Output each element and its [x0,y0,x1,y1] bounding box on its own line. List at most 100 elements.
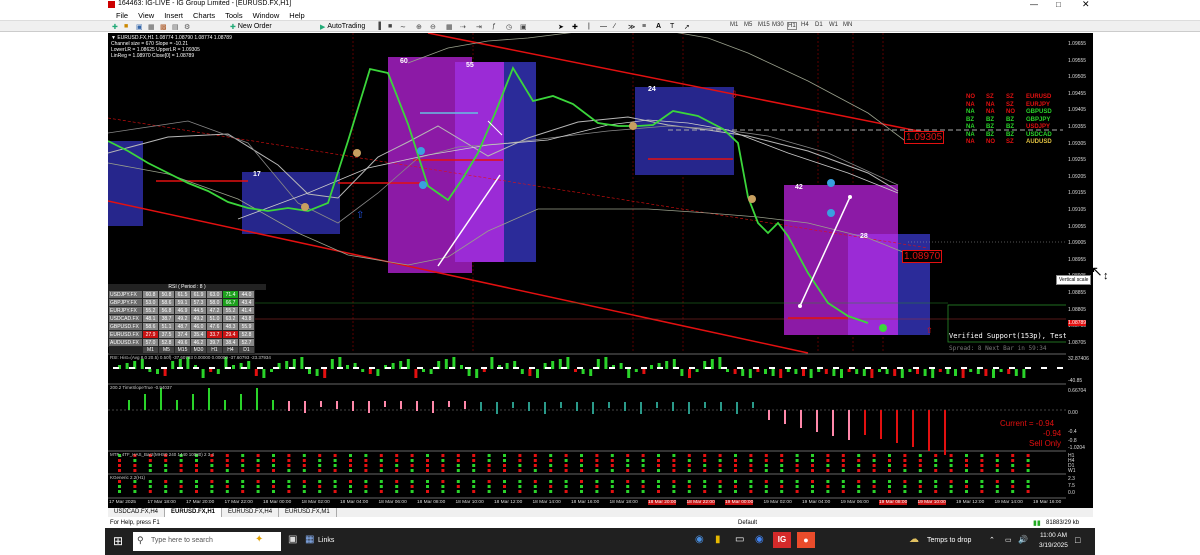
network-icon[interactable]: ▭ [1005,536,1012,544]
menu-file[interactable]: File [116,11,128,20]
mtf-dot [395,464,399,467]
tf-h1[interactable]: H1 [787,22,797,30]
pair-signal: BZ [966,116,974,123]
clock-date[interactable]: 3/19/2025 [1039,542,1068,549]
rsi-histogram-bar [916,369,919,374]
mtf-dot [487,454,491,457]
menu-tools[interactable]: Tools [225,11,243,20]
trendline-icon[interactable]: ∕ [614,22,615,31]
rsi-histogram-dash [273,367,279,369]
pair-signal: NA [986,101,995,108]
tester-icon[interactable]: ⚙ [184,22,190,31]
text-tool-icon[interactable]: A [656,22,661,31]
slope-bar [352,401,354,411]
zoom-in-icon[interactable]: ⊕ [416,22,422,31]
mtf-dot [518,459,522,462]
tf-mn[interactable]: MN [843,22,852,28]
autoscroll-icon[interactable]: ⇢ [460,22,466,31]
slope-bar [848,410,850,440]
tab-eurusd-m1[interactable]: EURUSD.FX,M1 [279,508,337,517]
mtf-dot [164,464,168,467]
ig-app-icon[interactable]: IG [773,532,791,548]
pair-signal: NO [986,139,995,145]
menu-window[interactable]: Window [253,11,280,20]
tab-usdcad-h4[interactable]: USDCAD.FX,H4 [108,508,166,517]
rsi-histogram-bar [604,357,608,369]
zoom-out-icon[interactable]: ⊖ [430,22,436,31]
vertical-line-icon[interactable]: | [588,22,590,31]
minimize-icon[interactable]: — [1030,0,1038,9]
tf-m5[interactable]: M5 [744,22,752,28]
autotrading-label: AutoTrading [327,23,366,30]
tile-icon[interactable]: ▦ [446,22,453,31]
maximize-icon[interactable]: □ [1056,0,1061,9]
kgeneric-dot [749,485,753,488]
chrome-icon[interactable]: ◉ [755,534,764,545]
kgeneric-dot [410,480,414,483]
new-order-button[interactable]: ✚ New Order [230,22,272,31]
label-tool-icon[interactable]: T [670,22,674,31]
clock-time[interactable]: 11:00 AM [1040,532,1067,539]
tf-h4[interactable]: H4 [801,22,809,28]
rsi-histogram-bar [368,369,372,374]
chart-area[interactable]: ⇧ ⇩ ⇧ ▼ EURUSD.FX,H1 1.08774 1.08790 1.0… [108,33,1093,508]
mtf-dot [857,454,861,457]
menu-charts[interactable]: Charts [193,11,215,20]
menu-help[interactable]: Help [289,11,304,20]
profiles-icon[interactable]: ▣ [136,22,143,31]
mtf-dot [934,464,938,467]
tf-m30[interactable]: M30 [772,22,784,28]
indicators-icon[interactable]: ƒ [492,22,496,31]
tf-d1[interactable]: D1 [815,22,823,28]
notification-icon[interactable]: □ [1075,535,1080,545]
navigator-icon[interactable]: ▦ [148,22,155,31]
candle-chart-icon[interactable]: ■ [388,22,392,31]
menu-insert[interactable]: Insert [164,11,183,20]
templates-icon[interactable]: ▣ [520,22,527,31]
volume-icon[interactable]: 🔊 [1018,535,1028,544]
tf-w1[interactable]: W1 [829,22,838,28]
line-chart-icon[interactable]: ∼ [400,22,406,31]
mtf-dot [872,454,876,457]
tab-eurusd-h4[interactable]: EURUSD.FX,H4 [222,508,280,517]
rsi-value-cell: 41.4 [238,306,255,315]
kgeneric-dot [118,485,121,488]
kgeneric-dot [472,480,476,483]
new-chart-icon[interactable]: ✚ [112,22,118,31]
rsi-histogram-bar [893,369,897,376]
task-view-icon[interactable]: ▣ [288,534,297,545]
open-icon[interactable]: ■ [124,22,128,31]
fibonacci-icon[interactable]: ≡ [642,22,646,31]
channel-icon[interactable]: ≫ [628,22,635,31]
app-icon-6[interactable]: ● [797,532,815,548]
app-icon-3[interactable]: ▭ [735,534,744,545]
crosshair-icon[interactable]: ✚ [572,22,578,31]
tf-m15[interactable]: M15 [758,22,770,28]
autotrading-button[interactable]: ▶ AutoTrading [320,22,365,31]
pair-name: USDJPY [1026,124,1051,130]
rsi-histogram-bar [505,363,509,369]
mtf-dot [318,469,322,472]
horizontal-line-icon[interactable]: — [600,22,607,31]
tray-chevron-icon[interactable]: ⌃ [989,536,995,544]
slope-bar [160,388,162,410]
close-icon[interactable]: ✕ [1082,0,1090,10]
taskbar-search[interactable]: ⚲ Type here to search ✦ [133,532,281,551]
price-axis[interactable]: 1.09655 1.09555 1.09505 1.09455 1.09405 1.093… [1066,33,1093,508]
windows-start-icon[interactable]: ⊞ [113,534,123,548]
arrow-tool-icon[interactable]: ➚ [684,22,690,31]
terminal-icon[interactable]: ▤ [172,22,179,31]
mtf-dot [903,469,907,472]
chart-shift-icon[interactable]: ⇥ [476,22,482,31]
data-window-icon[interactable]: ▩ [160,22,167,31]
tf-m1[interactable]: M1 [730,22,738,28]
tab-eurusd-h1[interactable]: EURUSD.FX,H1 [165,508,223,517]
periods-icon[interactable]: ◷ [506,22,512,31]
time-axis-label: 18 Mar 22:00 [686,500,715,505]
explorer-icon[interactable]: ▮ [715,534,721,545]
menu-view[interactable]: View [138,11,154,20]
rsi-column-header: D1 [238,346,255,354]
cursor-icon[interactable]: ➤ [558,22,564,31]
bar-chart-icon[interactable]: ▐ [376,22,381,31]
edge-icon[interactable]: ◉ [695,534,704,545]
